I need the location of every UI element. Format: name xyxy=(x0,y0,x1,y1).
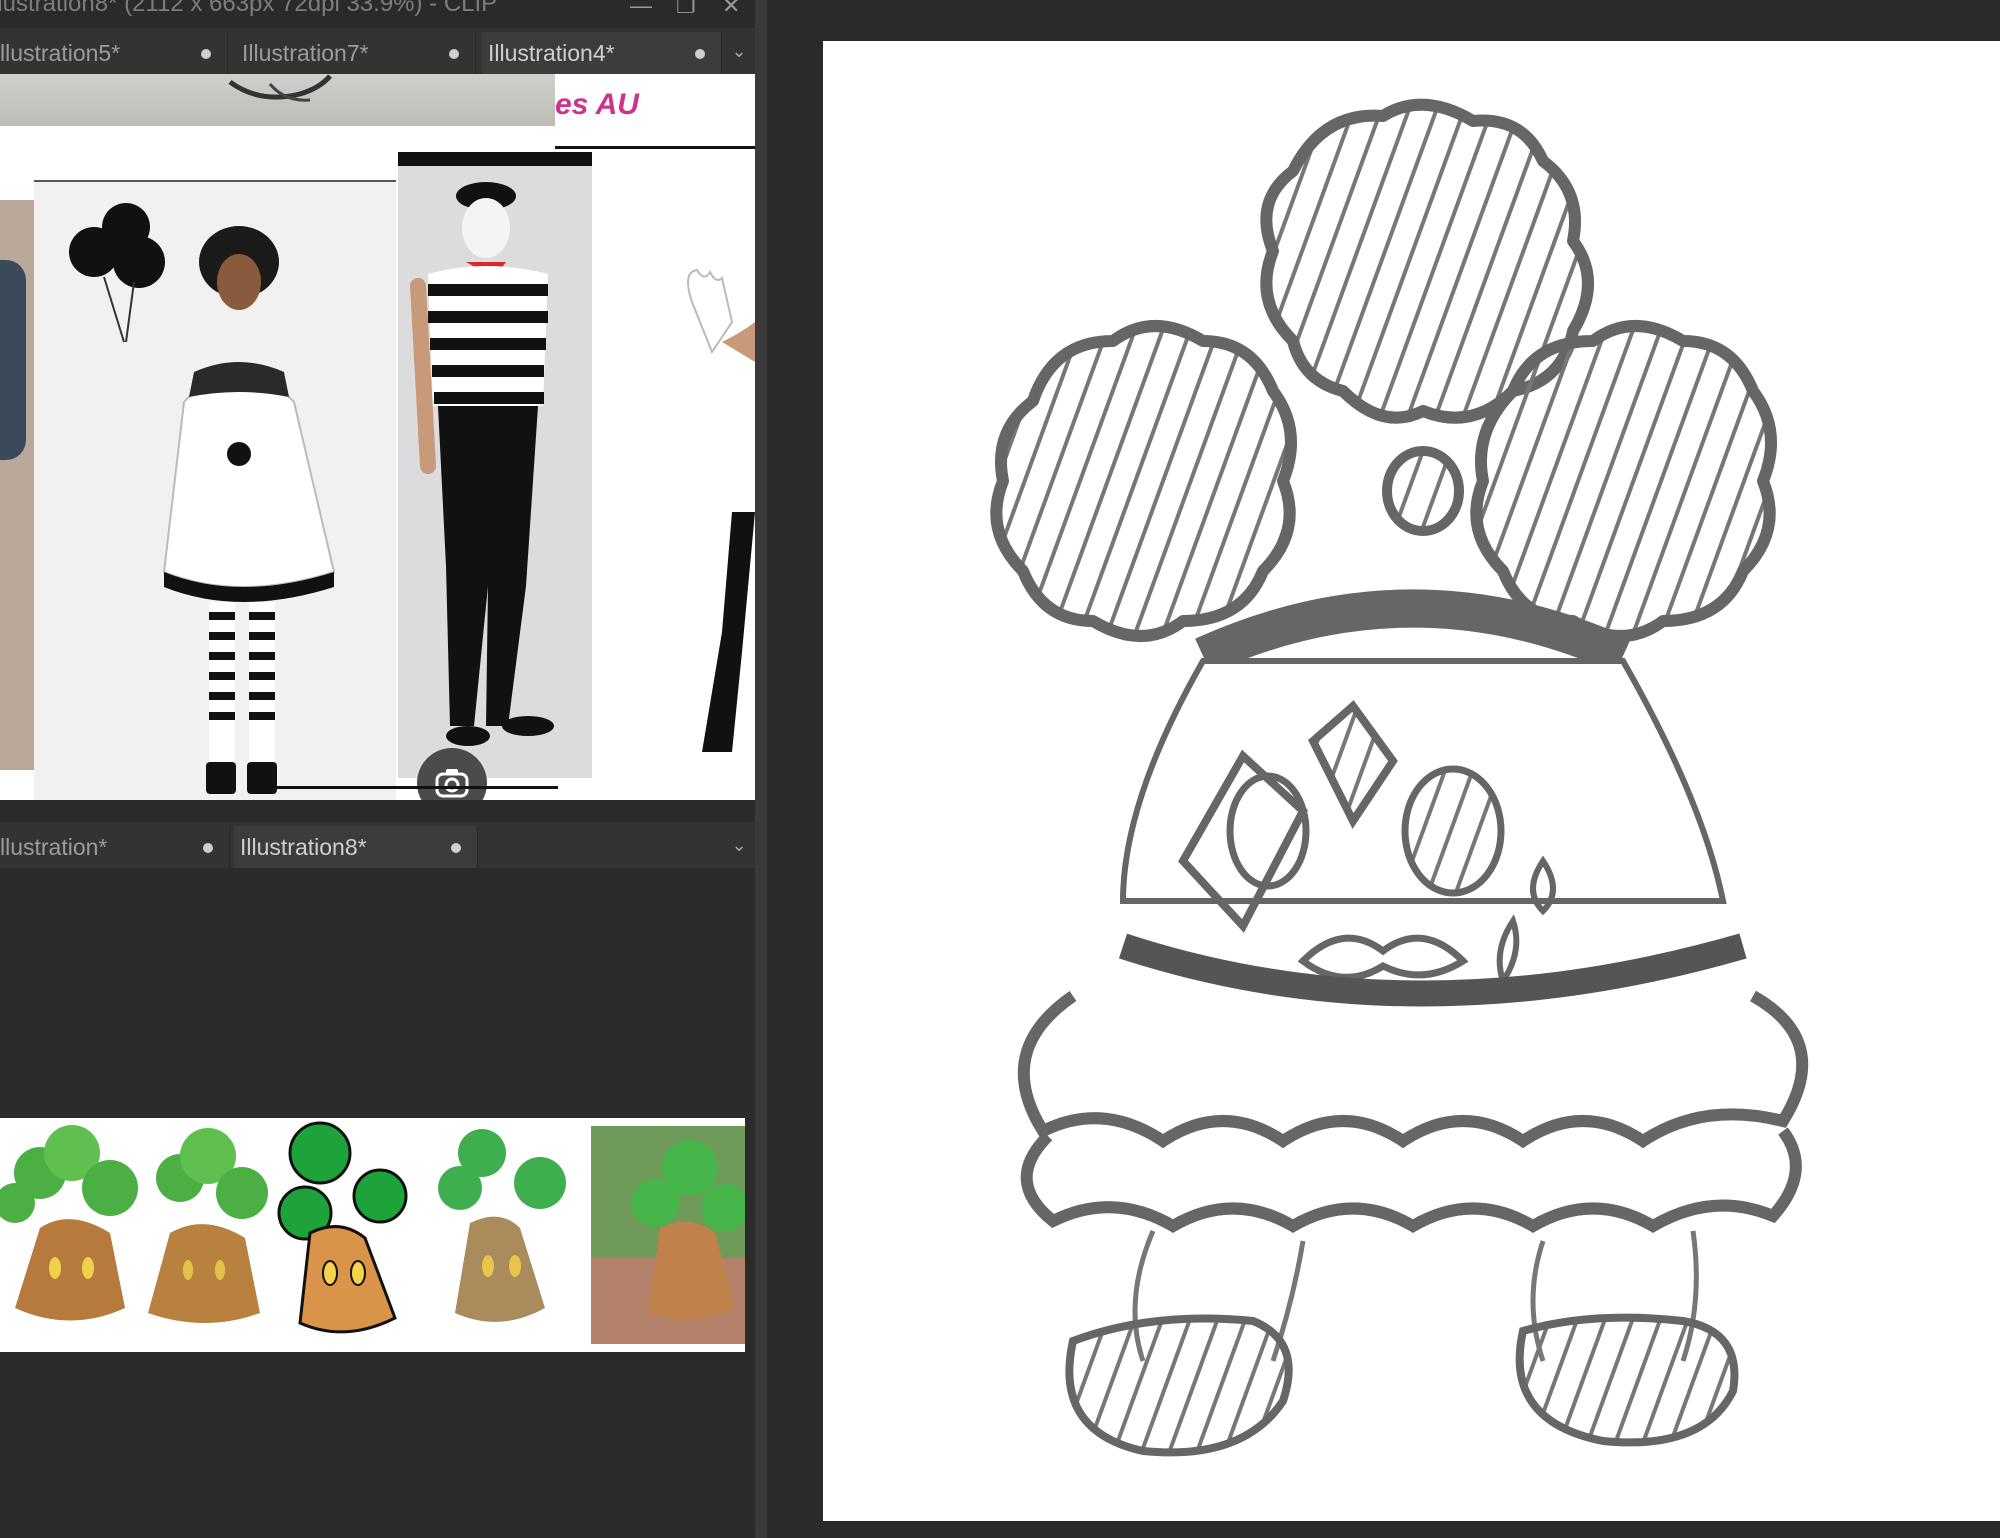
bonsly-clown-sketch xyxy=(990,98,1809,1457)
pierrot-figure xyxy=(69,203,336,794)
maximize-icon[interactable]: ❐ xyxy=(676,0,696,17)
reference-canvas-bottom xyxy=(0,868,755,1528)
white-glove xyxy=(687,268,755,752)
canvas-scroll-line xyxy=(266,786,558,789)
tab-illustration8[interactable]: Illustration8* xyxy=(234,826,478,868)
top-tab-bar: llustration5* Illustration7* Illustratio… xyxy=(0,28,755,74)
unsaved-dot-icon xyxy=(695,49,705,59)
logo-thumbnail: es AU xyxy=(555,74,755,149)
chevron-down-icon[interactable]: ⌄ xyxy=(728,40,750,62)
unsaved-dot-icon xyxy=(449,49,459,59)
minimize-icon[interactable]: — xyxy=(630,0,652,17)
hand-shape xyxy=(228,74,332,102)
unsaved-dot-icon xyxy=(451,843,461,853)
mime-photo xyxy=(398,152,592,800)
pierrot-costume-photo xyxy=(34,180,396,800)
cropped-mime-photo xyxy=(592,152,755,764)
pink-logo: es AU xyxy=(555,88,640,121)
unsaved-dot-icon xyxy=(203,843,213,853)
tab-label: Illustration4* xyxy=(488,39,615,66)
panel-divider[interactable] xyxy=(755,0,767,1538)
window-title: llustration8* (2112 x 663px 72dpi 33.9%)… xyxy=(0,0,498,17)
tab-illustration5[interactable]: llustration5* xyxy=(0,32,228,74)
camera-glyph xyxy=(435,769,469,798)
tab-illustration7[interactable]: Illustration7* xyxy=(236,32,476,74)
logo-text: es AU xyxy=(555,88,640,121)
window-title-bar: llustration8* (2112 x 663px 72dpi 33.9%)… xyxy=(0,0,755,28)
bottom-tab-bar: llustration* Illustration8* ⌄ xyxy=(0,822,755,868)
tab-label: llustration5* xyxy=(0,39,121,66)
tab-label: Illustration7* xyxy=(242,39,369,66)
tab-illustration4[interactable]: Illustration4* xyxy=(482,32,722,74)
tab-label: Illustration8* xyxy=(240,833,367,860)
bonsly-reference-strip xyxy=(0,1118,745,1352)
close-icon[interactable]: ✕ xyxy=(722,0,740,17)
unsaved-dot-icon xyxy=(201,49,211,59)
bonsly-images xyxy=(0,1121,745,1344)
reference-photo-strip xyxy=(0,74,555,126)
chevron-down-icon[interactable]: ⌄ xyxy=(728,834,750,856)
drawing-canvas[interactable] xyxy=(823,41,2000,1521)
tab-label: llustration* xyxy=(0,833,108,860)
cropped-brick-photo xyxy=(0,200,34,770)
tab-illustration[interactable]: llustration* xyxy=(0,826,230,868)
reference-canvas-top: es AU xyxy=(0,74,755,800)
mime-figure xyxy=(410,182,554,746)
